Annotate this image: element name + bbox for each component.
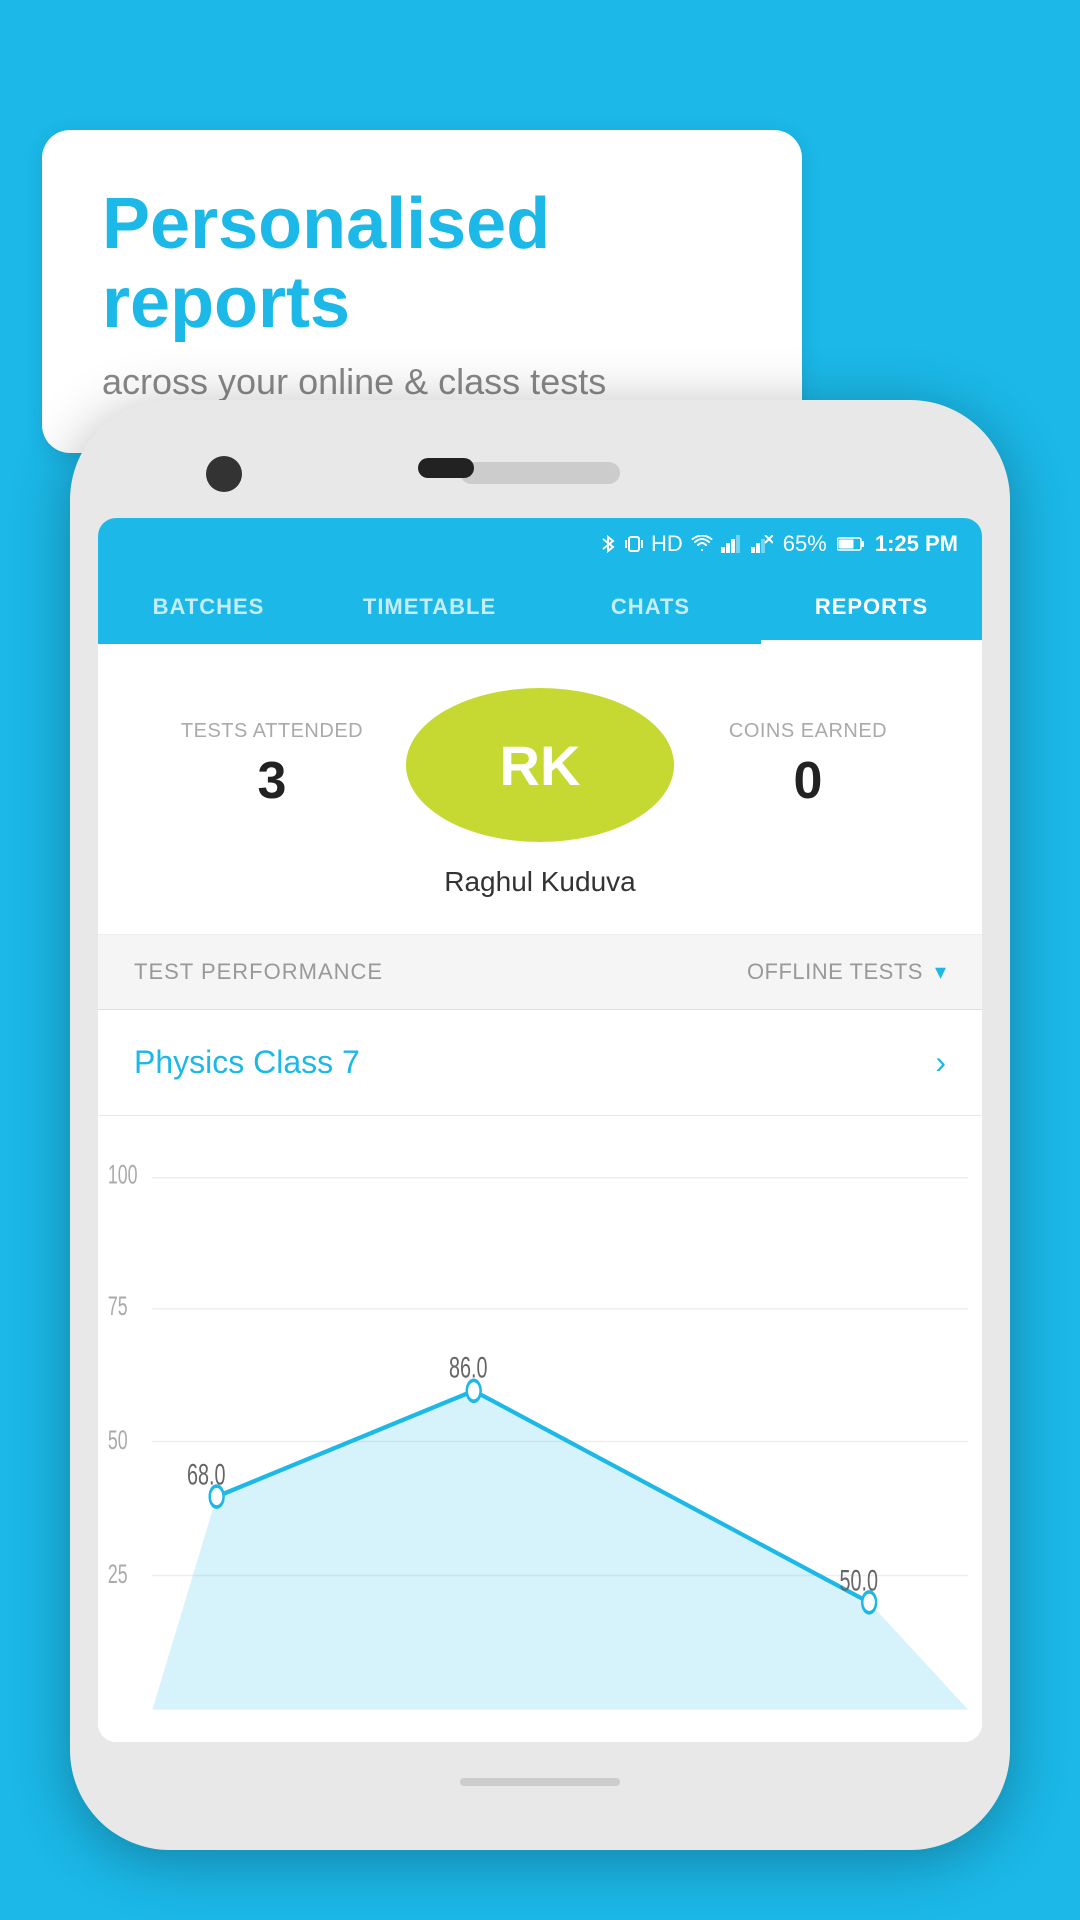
clock: 1:25 PM [875,531,958,557]
chart-area: 100 75 50 25 68.0 86.0 [98,1116,982,1742]
signal-icon [721,535,743,553]
tab-batches[interactable]: BATCHES [98,570,319,644]
test-performance-label: TEST PERFORMANCE [134,959,383,985]
vibrate-icon [625,533,643,555]
section-header: TEST PERFORMANCE OFFLINE TESTS ▾ [98,935,982,1010]
tests-attended-label: TESTS ATTENDED [181,720,363,743]
data-label-2: 50.0 [840,1565,878,1598]
hd-badge: HD [651,531,683,557]
data-label-0: 68.0 [187,1459,225,1492]
filter-label: OFFLINE TESTS [747,959,923,985]
performance-chart: 100 75 50 25 68.0 86.0 [98,1136,972,1732]
profile-section: TESTS ATTENDED 3 RK COINS EARNED 0 Raghu… [98,644,982,935]
profile-row: TESTS ATTENDED 3 RK COINS EARNED 0 [138,688,942,842]
tab-chats[interactable]: CHATS [540,570,761,644]
tab-reports[interactable]: REPORTS [761,570,982,644]
status-bar: HD [98,518,982,570]
wifi-icon [691,535,713,553]
bluetooth-icon [599,533,617,555]
nav-tabs: BATCHES TIMETABLE CHATS REPORTS [98,570,982,644]
profile-name: Raghul Kuduva [444,866,635,898]
bubble-subtitle: across your online & class tests [102,361,742,403]
phone-top [98,428,982,518]
data-label-1: 86.0 [449,1351,487,1384]
bubble-title: Personalised reports [102,185,742,343]
coins-earned-label: COINS EARNED [729,720,887,743]
status-icons: HD [599,531,773,557]
camera-icon [206,456,242,492]
avatar: RK [406,688,674,842]
avatar-initials: RK [500,733,581,798]
battery-percent: 65% [783,531,827,557]
speaker [460,462,620,484]
no-signal-icon [751,535,773,553]
home-indicator [460,1778,620,1786]
physics-class-row[interactable]: Physics Class 7 › [98,1010,982,1116]
coins-earned-block: COINS EARNED 0 [674,720,942,811]
chevron-right-icon: › [935,1044,946,1081]
chevron-down-icon: ▾ [935,959,946,985]
phone-screen: HD [98,518,982,1742]
sensor [418,458,474,478]
tests-attended-value: 3 [258,751,287,811]
tab-timetable[interactable]: TIMETABLE [319,570,540,644]
tests-attended-block: TESTS ATTENDED 3 [138,720,406,811]
class-name: Physics Class 7 [134,1044,360,1081]
phone-bottom [460,1742,620,1822]
y-label-25: 25 [108,1558,128,1589]
filter-section[interactable]: OFFLINE TESTS ▾ [747,959,946,985]
y-label-50: 50 [108,1424,128,1455]
coins-earned-value: 0 [794,751,823,811]
phone-frame: HD [70,400,1010,1850]
y-label-75: 75 [108,1290,128,1321]
y-label-100: 100 [108,1159,138,1190]
battery-icon [837,536,865,552]
